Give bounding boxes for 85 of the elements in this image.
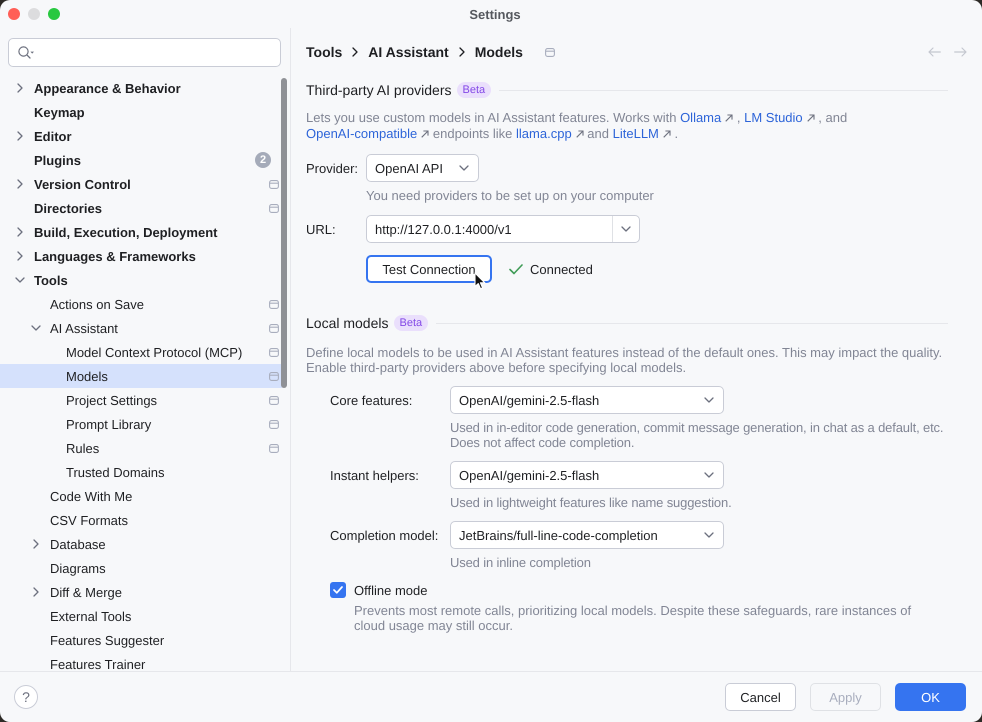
breadcrumb-item[interactable]: Tools — [306, 44, 342, 60]
chevron-right-icon — [352, 47, 358, 57]
dialog-button[interactable]: Cancel — [725, 683, 796, 711]
tree-item[interactable]: Actions on Save — [0, 292, 282, 316]
field-label: Instant helpers: — [330, 468, 420, 482]
chevron-right-icon — [458, 47, 465, 57]
scrollbar-thumb[interactable] — [281, 78, 287, 388]
tree-item[interactable]: Appearance & Behavior — [0, 76, 282, 100]
model-dropdown[interactable]: JetBrains/full-line-code-completion — [450, 521, 724, 549]
field-label: URL: — [306, 222, 337, 236]
chevron-down-icon — [704, 397, 714, 403]
external-link[interactable]: llama.cpp — [516, 126, 584, 142]
tree-item[interactable]: Tools — [0, 268, 282, 292]
mouse-pointer-icon — [474, 272, 486, 290]
arrow-up-right-icon — [662, 130, 671, 138]
tree-item[interactable]: Languages & Frameworks — [0, 244, 282, 268]
breadcrumb-item[interactable]: Models — [474, 44, 523, 60]
search-field[interactable] — [8, 38, 281, 67]
tree-item[interactable]: Features Trainer — [0, 652, 282, 671]
tree-item[interactable]: Version Control — [0, 172, 282, 196]
provider-dropdown[interactable]: OpenAI API — [366, 154, 479, 182]
checkmark-icon — [333, 586, 343, 594]
beta-badge: Beta — [394, 315, 428, 331]
help-button[interactable]: ? — [14, 685, 38, 709]
tree-item[interactable]: Database — [0, 532, 282, 556]
chevron-down-icon — [621, 226, 631, 232]
external-link[interactable]: OpenAI-compatible — [306, 126, 430, 142]
field-label: Completion model: — [330, 528, 440, 542]
tree-item[interactable]: Plugins 2 — [0, 148, 282, 172]
field-hint: Used in inline completion — [450, 555, 592, 570]
field-hint: You need providers to be set up on your computer — [366, 188, 655, 204]
tree-item[interactable]: Model Context Protocol (MCP) — [0, 340, 282, 364]
tree-item[interactable]: Directories — [0, 196, 282, 220]
connection-status: Connected — [530, 262, 593, 276]
tree-item[interactable]: Features Suggester — [0, 628, 282, 652]
checkbox[interactable] — [330, 582, 346, 598]
count-badge: 2 — [255, 152, 271, 168]
tree-item[interactable]: Build, Execution, Deployment — [0, 220, 282, 244]
model-dropdown[interactable]: OpenAI/gemini-2.5-flash — [450, 386, 724, 414]
local-models-description: Define local models to be used in AI Assistant features instead of the default ones. This may impact the quality. Enable third-party providers above before specifying local models. — [306, 345, 944, 375]
beta-badge: Beta — [456, 82, 492, 98]
field-label: Provider: — [306, 160, 360, 176]
tree-item[interactable]: Project Settings — [0, 388, 282, 412]
arrow-up-right-icon — [576, 130, 584, 138]
arrow-up-right-icon — [421, 130, 430, 138]
check-icon — [509, 264, 523, 274]
option-description: Prevents most remote calls, prioritizing local models. Despite these safeguards, rare instances of cloud usage may still occur. — [354, 603, 912, 633]
tree-item[interactable]: Trusted Domains — [0, 460, 282, 484]
field-label: Core features: — [330, 392, 414, 408]
tree-item[interactable]: Keymap — [0, 100, 282, 124]
providers-description: Lets you use custom models in AI Assistant features. Works with Ollama , LM Studio , and OpenAI-compatible endpoints like llama.cpp and LiteLLM . — [306, 110, 848, 142]
zoom-window-button[interactable] — [48, 8, 60, 20]
tree-item[interactable]: External Tools — [0, 604, 282, 628]
external-link[interactable]: LiteLLM — [612, 126, 671, 142]
chevron-down-icon — [459, 165, 469, 171]
chevron-down-icon — [704, 532, 714, 538]
field-hint: Used in in-editor code generation, commit message generation, in chat as a default, etc. Does not affect code completion. — [450, 420, 944, 450]
tree-item[interactable]: Diff & Merge — [0, 580, 282, 604]
checkbox-label: Offline mode — [354, 582, 428, 598]
external-link[interactable]: LM Studio — [744, 110, 815, 126]
breadcrumb-item[interactable]: AI Assistant — [368, 44, 449, 60]
arrow-right-icon — [954, 47, 967, 57]
external-link[interactable]: Ollama — [680, 110, 734, 126]
tree-item[interactable]: CSV Formats — [0, 508, 282, 532]
field-hint: Used in lightweight features like name suggestion. — [450, 495, 733, 510]
tree-item[interactable]: AI Assistant — [0, 316, 282, 340]
window-title: Settings — [469, 6, 521, 22]
section-title: Third-party AI providers — [306, 82, 452, 98]
model-dropdown[interactable]: OpenAI/gemini-2.5-flash — [450, 461, 724, 489]
tree-item[interactable]: Rules — [0, 436, 282, 460]
url-combo-box[interactable]: http://127.0.0.1:4000/v1 — [366, 215, 640, 243]
tree-item[interactable]: Code With Me — [0, 484, 282, 508]
arrow-left-icon — [928, 47, 941, 57]
tree-item[interactable]: Diagrams — [0, 556, 282, 580]
section-title: Local models — [306, 315, 388, 331]
tree-item[interactable]: Editor — [0, 124, 282, 148]
search-icon — [18, 46, 34, 59]
chevron-down-icon — [704, 472, 714, 478]
tree-item[interactable]: Models — [0, 364, 282, 388]
close-window-button[interactable] — [8, 8, 20, 20]
ok-button[interactable]: OK — [895, 683, 966, 711]
tree-item[interactable]: Prompt Library — [0, 412, 282, 436]
arrow-up-right-icon — [725, 114, 734, 122]
test-connection-button[interactable]: Test Connection — [366, 255, 492, 283]
arrow-up-right-icon — [806, 114, 815, 122]
